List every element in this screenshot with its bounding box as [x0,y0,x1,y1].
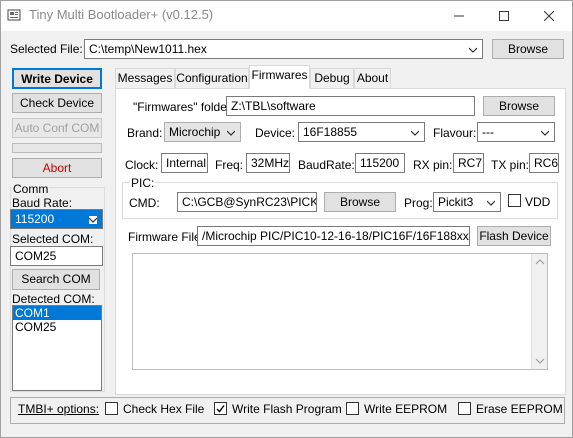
erase-eeprom-checkbox[interactable] [458,402,471,415]
minimize-icon [454,15,464,17]
selected-com-label: Selected COM: [12,232,94,246]
prog-value: Pickit3 [438,195,474,209]
flavour-label: Flavour: [433,126,477,140]
firmware-file-label: Firmware File: [128,230,205,244]
write-eeprom-checkbox[interactable] [346,402,359,415]
check-hex-file-label: Check Hex File [123,402,205,416]
progress-bar [12,143,102,153]
detected-com-label: Detected COM: [12,292,95,306]
freq-label: Freq: [215,158,244,172]
list-item[interactable]: COM1 [13,306,101,320]
checkmark-icon [216,405,225,413]
brand-combo[interactable]: Microchip [164,122,241,142]
detected-com-list[interactable]: COM1 COM25 [12,305,102,391]
flavour-value: --- [482,125,494,139]
device-value: 16F18855 [303,125,358,139]
tab-debug[interactable]: Debug [310,68,354,88]
maximize-icon [499,11,509,21]
tx-pin-input[interactable]: RC6 [529,153,559,173]
pic-group-label: PIC: [130,176,156,190]
firmware-preview-box[interactable] [132,253,548,370]
chevron-down-icon [469,47,477,53]
check-hex-file-checkbox[interactable] [105,402,118,415]
scroll-up-icon [535,259,545,265]
brand-label: Brand: [127,126,163,140]
close-button[interactable] [526,1,572,31]
selected-file-combo[interactable]: C:\temp\New1011.hex [84,39,483,59]
prog-label: Prog: [404,196,433,210]
firmwares-folder-label: "Firmwares" folder: [133,100,235,114]
write-flash-program-checkbox[interactable] [214,402,227,415]
tab-firmwares[interactable]: Firmwares [249,65,310,89]
main-window: Tiny Multi Bootloader+ (v0.12.5) Selecte… [0,0,573,438]
device-label: Device: [255,126,296,140]
scroll-down-icon [535,358,545,364]
flash-device-button[interactable]: Flash Device [477,226,551,246]
list-item[interactable]: COM25 [13,320,101,334]
maximize-button[interactable] [481,1,527,31]
prog-combo[interactable]: Pickit3 [433,192,501,212]
brand-value: Microchip [169,125,221,139]
firmwares-folder-input[interactable]: Z:\TBL\software [226,96,475,116]
baudrate-input[interactable]: 115200 [355,153,405,173]
baud-rate-combo[interactable]: 115200 [10,209,103,229]
selected-file-label: Selected File: [10,42,83,56]
vdd-label: VDD [525,195,551,209]
vdd-checkbox[interactable] [508,194,521,207]
rx-pin-input[interactable]: RC7 [453,153,484,173]
abort-button[interactable]: Abort [12,158,102,178]
file-browse-button[interactable]: Browse [492,39,564,59]
folder-browse-button[interactable]: Browse [483,96,555,116]
chevron-down-icon [411,130,419,136]
device-combo[interactable]: 16F18855 [298,122,425,142]
chevron-down-icon [227,130,235,136]
flavour-combo[interactable]: --- [477,122,555,142]
check-device-button[interactable]: Check Device [12,93,102,113]
tab-about[interactable]: About [354,68,391,88]
baud-rate-value: 115200 [15,212,55,226]
write-flash-program-label: Write Flash Program [232,402,342,416]
chevron-down-icon [541,130,549,136]
erase-eeprom-label: Erase EEPROM [476,402,563,416]
cmd-input[interactable]: C:\GCB@SynRC23\PICKitP [177,192,317,212]
chevron-down-icon [487,200,495,206]
close-icon [543,10,555,22]
clock-input[interactable]: Internal [161,153,208,173]
tmbi-options-label: TMBI+ options: [18,402,100,416]
freq-input[interactable]: 32MHz [246,153,290,173]
cmd-label: CMD: [129,196,160,210]
clock-label: Clock: [125,158,159,172]
tx-pin-label: TX pin: [491,158,530,172]
selected-file-value: C:\temp\New1011.hex [89,42,207,56]
app-icon [7,9,21,21]
rx-pin-label: RX pin: [413,158,453,172]
baudrate-label: BaudRate: [298,158,355,172]
search-com-button[interactable]: Search COM [12,269,100,290]
comm-group-label: Comm [12,182,50,196]
tab-configuration[interactable]: Configuration [175,68,249,88]
write-device-button[interactable]: Write Device [12,68,102,89]
tab-messages[interactable]: Messages [115,68,175,88]
auto-conf-com-button[interactable]: Auto Conf COM [12,118,102,138]
cmd-browse-button[interactable]: Browse [324,192,396,212]
window-title: Tiny Multi Bootloader+ (v0.12.5) [29,7,214,22]
chevron-down-icon [89,216,97,224]
vertical-scrollbar[interactable] [531,254,547,369]
firmware-file-input[interactable]: /Microchip PIC/PIC10-12-16-18/PIC16F/16F… [197,226,470,246]
baud-rate-label: Baud Rate: [12,196,73,210]
write-eeprom-label: Write EEPROM [364,402,448,416]
minimize-button[interactable] [436,1,482,31]
title-bar[interactable]: Tiny Multi Bootloader+ (v0.12.5) [1,1,572,31]
selected-com-input[interactable]: COM25 [10,246,103,266]
